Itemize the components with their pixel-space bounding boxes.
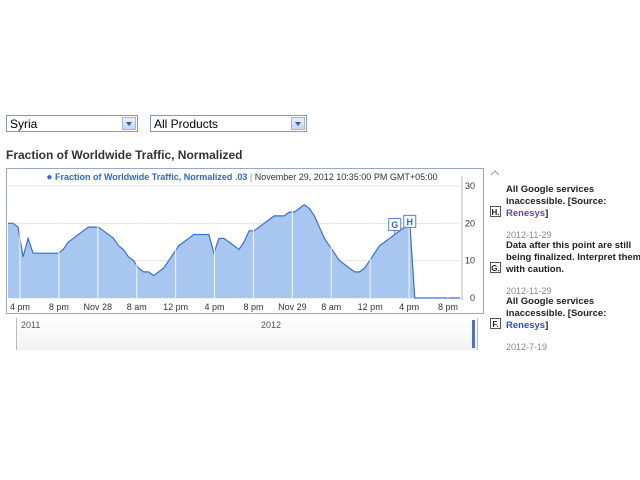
annotation-date: 2012-11-29 (506, 230, 552, 240)
annotation-text: All Google services inaccessible. [Sourc… (506, 296, 640, 332)
annotation-text-end: ] (545, 208, 549, 219)
x-tick-label: 12 pm (163, 302, 188, 312)
x-tick-label: 4 pm (399, 302, 419, 312)
y-tick-label: 10 (465, 256, 475, 266)
x-tick-label: 8 am (321, 302, 341, 312)
x-tick-label: 8 pm (438, 302, 458, 312)
y-tick-label: 20 (465, 218, 475, 228)
annotation-flag-label: G (391, 220, 398, 230)
timeline-navigator[interactable]: 2011 2012 (16, 318, 478, 350)
navigator-label-2011: 2011 (21, 320, 41, 330)
annotation-source-link[interactable]: Renesys (506, 208, 545, 219)
x-tick-label: 8 am (127, 302, 147, 312)
annotation-source-link[interactable]: Renesys (506, 320, 545, 331)
annotation-text: All Google services inaccessible. [Sourc… (506, 184, 640, 220)
annotation-flag-label: H (407, 217, 414, 227)
annotation-text-body: All Google services inaccessible. [Sourc… (506, 184, 607, 207)
annotation-text-end: ] (545, 320, 549, 331)
x-tick-label: 12 pm (358, 302, 383, 312)
x-tick-label: 4 pm (10, 302, 30, 312)
x-tick-label: 8 pm (49, 302, 69, 312)
y-tick-label: 0 (470, 293, 475, 303)
annotation-panel: H. All Google services inaccessible. [So… (490, 168, 640, 352)
annotation-letter: F. (490, 318, 501, 329)
navigator-handle[interactable] (472, 320, 475, 348)
x-tick-label: Nov 29 (278, 302, 307, 312)
y-tick-label: 30 (465, 181, 475, 191)
annotation-date: 2012-7-19 (506, 342, 548, 352)
x-tick-label: 8 pm (243, 302, 263, 312)
annotation-letter: G. (490, 262, 501, 273)
annotation-date: 2012-11-29 (506, 286, 552, 296)
navigator-label-2012: 2012 (261, 320, 282, 330)
annotation-text-body: All Google services inaccessible. [Sourc… (506, 296, 607, 319)
x-tick-label: 4 pm (205, 302, 225, 312)
x-tick-label: Nov 28 (84, 302, 113, 312)
annotation-text: Data after this point are still being fi… (506, 240, 640, 275)
annotation-letter: H. (490, 206, 501, 217)
